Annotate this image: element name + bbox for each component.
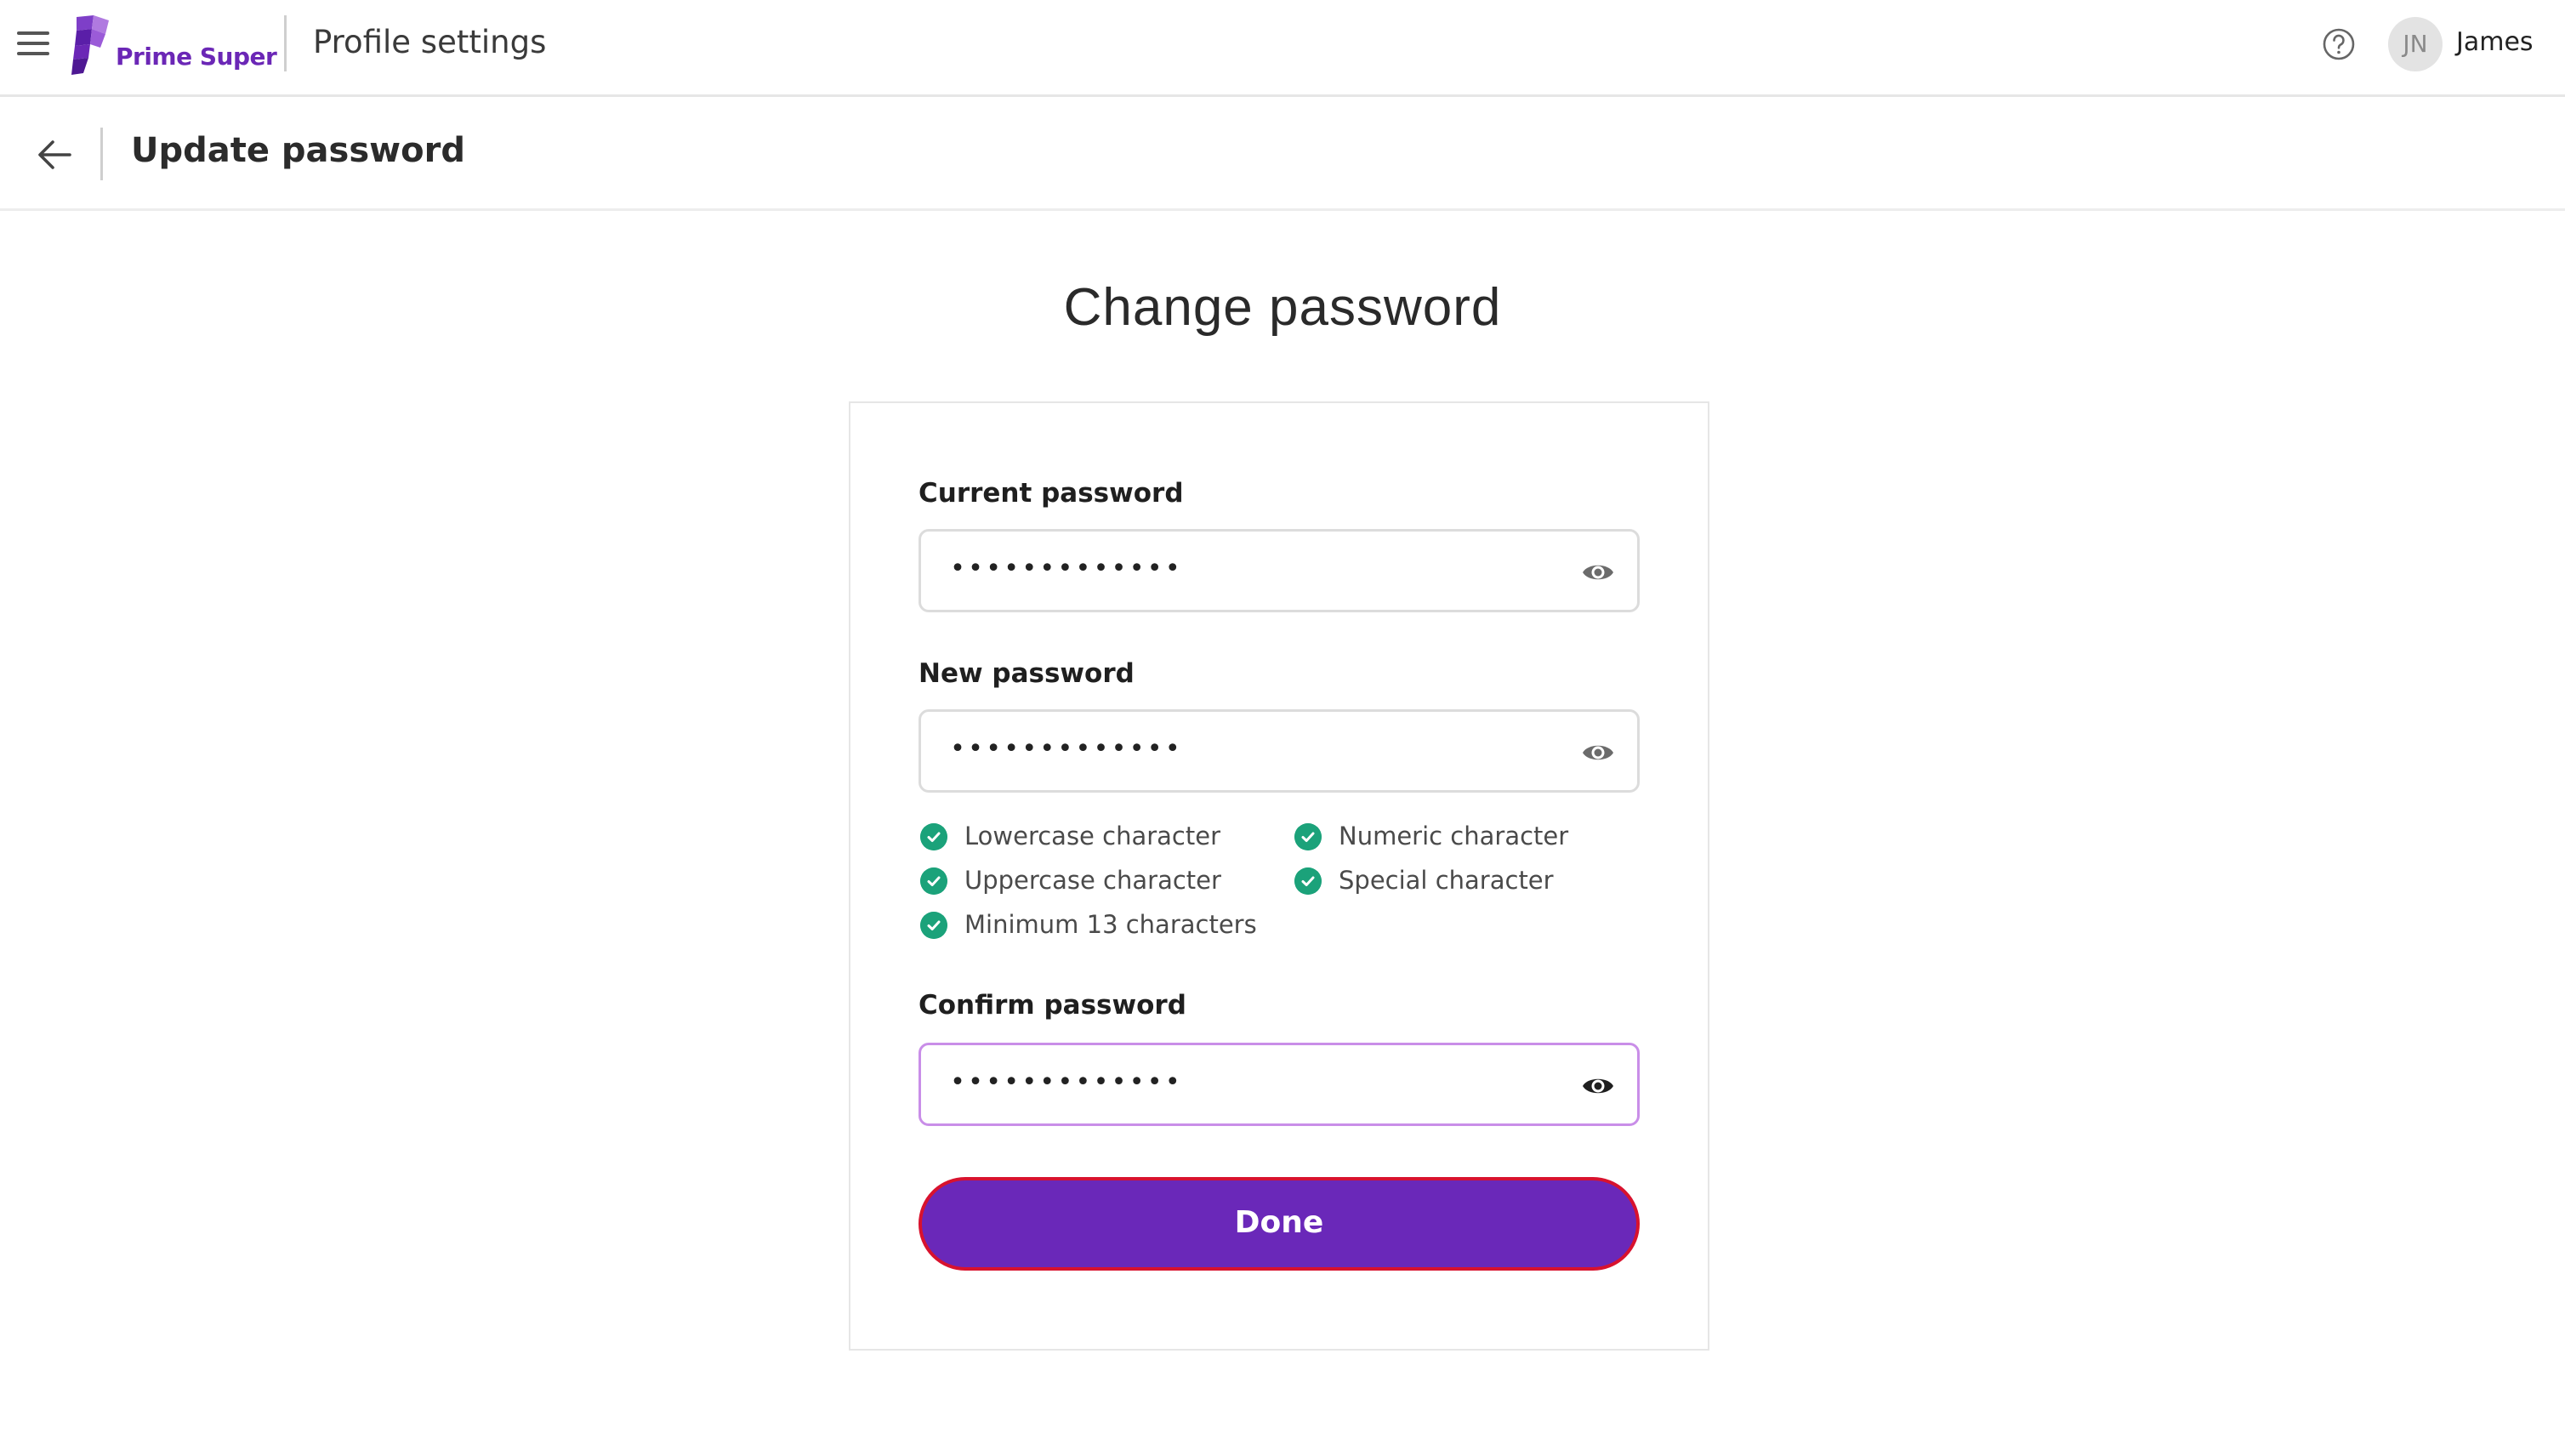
password-requirements: Lowercase character Numeric character Up… xyxy=(920,820,1652,956)
page-title: Profile settings xyxy=(313,24,547,60)
eye-icon[interactable] xyxy=(1581,557,1615,588)
logo-text: Prime Super xyxy=(116,43,277,71)
user-name[interactable]: James xyxy=(2456,27,2534,57)
confirm-password-field[interactable]: ••••••••••••• xyxy=(919,1043,1640,1126)
menu-icon[interactable] xyxy=(17,30,51,57)
confirm-password-value: ••••••••••••• xyxy=(950,1067,1183,1097)
new-password-label: New password xyxy=(919,658,1135,689)
sub-header: Update password xyxy=(0,97,2565,211)
new-password-field[interactable]: ••••••••••••• xyxy=(919,709,1640,793)
check-icon xyxy=(920,867,947,895)
header-divider xyxy=(284,15,287,71)
back-arrow-icon[interactable] xyxy=(36,138,73,172)
check-icon xyxy=(1294,823,1322,850)
form-heading: Change password xyxy=(1063,278,1502,337)
help-icon[interactable] xyxy=(2322,27,2356,61)
top-bar: Prime Super Profile settings JN James xyxy=(0,0,2565,97)
avatar[interactable]: JN xyxy=(2388,17,2443,71)
logo-icon xyxy=(71,15,109,75)
current-password-value: ••••••••••••• xyxy=(950,554,1183,583)
check-icon xyxy=(920,823,947,850)
current-password-field[interactable]: ••••••••••••• xyxy=(919,529,1640,612)
eye-icon[interactable] xyxy=(1581,737,1615,768)
check-icon xyxy=(1294,867,1322,895)
section-title: Update password xyxy=(131,131,465,170)
change-password-card: Current password ••••••••••••• New passw… xyxy=(849,401,1709,1351)
new-password-value: ••••••••••••• xyxy=(950,734,1183,764)
current-password-label: Current password xyxy=(919,478,1184,509)
eye-icon[interactable] xyxy=(1581,1071,1615,1101)
check-icon xyxy=(920,912,947,939)
done-button[interactable]: Done xyxy=(919,1177,1640,1271)
logo[interactable]: Prime Super xyxy=(71,12,277,80)
confirm-password-label: Confirm password xyxy=(919,990,1186,1021)
sub-header-divider xyxy=(100,128,103,180)
